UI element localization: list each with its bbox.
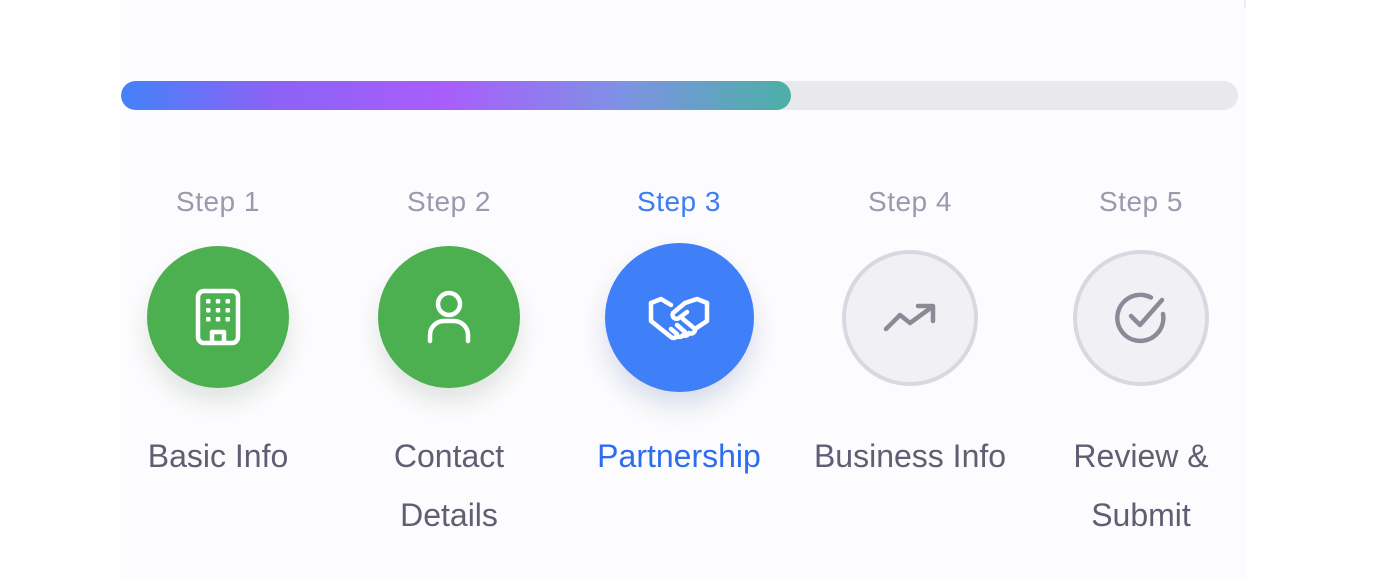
step-review-submit[interactable]: Step 5 Review & Submit	[1041, 180, 1241, 540]
step-label: Basic Info	[147, 438, 289, 474]
step-label: Partnership	[597, 438, 761, 474]
step-number-label: Step 4	[868, 186, 952, 217]
step-number-label: Step 2	[407, 186, 491, 217]
step-circle[interactable]	[842, 250, 978, 386]
step-circle[interactable]	[1073, 250, 1209, 386]
handshake-icon	[647, 293, 711, 343]
step-circle[interactable]	[604, 243, 754, 392]
step-number-label: Step 5	[1099, 186, 1183, 217]
user-icon	[425, 289, 473, 345]
step-basic-info[interactable]: Step 1 Basic Info	[118, 180, 318, 540]
step-contact-details[interactable]: Step 2 Contact Details	[349, 180, 549, 540]
check-circle-icon	[1113, 290, 1169, 346]
stepper: Step 1 Basic Info Step 2 Contact Details…	[0, 0, 1377, 579]
step-circle[interactable]	[147, 246, 289, 388]
step-number-label: Step 3	[637, 186, 721, 217]
step-partnership[interactable]: Step 3 Partnership	[579, 180, 779, 540]
step-wizard-page: Step 1 Basic Info Step 2 Contact Details…	[0, 0, 1377, 579]
trending-up-icon	[882, 301, 938, 335]
step-label: Business Info	[813, 438, 1007, 474]
step-business-info[interactable]: Step 4 Business Info	[810, 180, 1010, 540]
step-number-label: Step 1	[176, 186, 260, 217]
step-label: Review & Submit	[1073, 438, 1209, 533]
step-circle[interactable]	[378, 246, 520, 388]
step-label: Contact Details	[393, 438, 505, 533]
building-icon	[193, 287, 243, 347]
